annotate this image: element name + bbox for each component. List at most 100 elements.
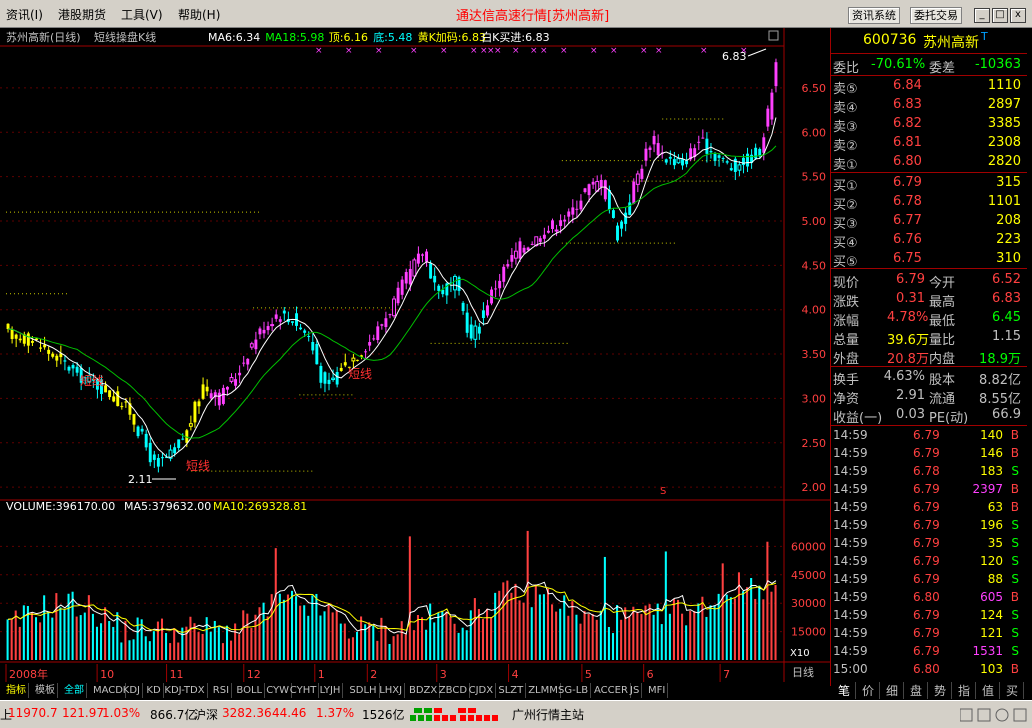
volume-bar (384, 625, 387, 660)
tick-row[interactable]: 14:59 6.79 121 S (831, 625, 1027, 643)
bid-row: 买② 6.78 1101 (831, 193, 1027, 213)
indicator-tab[interactable]: KD (144, 683, 164, 698)
candle (51, 351, 55, 359)
tick-time: 14:59 (833, 518, 868, 532)
month-label: 6 (647, 668, 654, 681)
tick-volume: 121 (980, 626, 1003, 640)
tick-row[interactable]: 14:59 6.79 124 S (831, 607, 1027, 625)
panel-tab[interactable]: 值 (977, 682, 1000, 699)
indicator-tab[interactable]: BDZX (407, 683, 441, 698)
panel-tab[interactable]: 盘 (905, 682, 928, 699)
indicator-tab[interactable]: SDLH (347, 683, 380, 698)
tick-row[interactable]: 14:59 6.79 2397 B (831, 481, 1027, 499)
top-max-label: 6.83 (722, 50, 747, 63)
indicator-tab[interactable]: MFI (646, 683, 669, 698)
tick-volume: 196 (980, 518, 1003, 532)
candle (140, 425, 144, 435)
indicator-tab[interactable]: KDJ (121, 683, 144, 698)
panel-tab[interactable]: 价 (857, 682, 880, 699)
volume-bar (156, 621, 159, 660)
tick-row[interactable]: 14:59 6.79 140 B (831, 427, 1027, 445)
indicator-tab[interactable]: JS (628, 683, 643, 698)
stat-value: 6.52 (992, 272, 1021, 287)
volume-bar (75, 616, 78, 660)
candle (498, 273, 502, 297)
candle (660, 145, 664, 159)
candle (193, 400, 197, 428)
indicator-tab[interactable]: 模板 (33, 683, 58, 698)
volume-bar (774, 584, 777, 660)
sz-label: 沪深 (194, 708, 219, 722)
tick-row[interactable]: 14:59 6.79 88 S (831, 571, 1027, 589)
indicator-tab[interactable]: LYJH (318, 683, 344, 698)
indicator-tab[interactable]: CYHT (288, 683, 320, 698)
tick-row[interactable]: 14:59 6.78 183 S (831, 463, 1027, 481)
indicator-tab[interactable]: RSI (211, 683, 233, 698)
ask-label: 卖① (833, 158, 858, 173)
tick-row[interactable]: 14:59 6.79 1531 S (831, 643, 1027, 661)
volume-bar (575, 614, 578, 660)
menu-tools[interactable]: 工具(V) (121, 6, 163, 23)
volume-bar (400, 621, 403, 660)
volume-bar (144, 636, 147, 660)
chart-corner-box[interactable] (768, 30, 779, 41)
tick-row[interactable]: 14:59 6.80 605 B (831, 589, 1027, 607)
panel-tab[interactable]: 买 (1001, 682, 1024, 699)
indicator-tab[interactable]: LHXJ (377, 683, 406, 698)
ma-indicator: MA6:6.34 (208, 31, 260, 44)
tick-row[interactable]: 14:59 6.79 35 S (831, 535, 1027, 553)
indicator-tab[interactable]: KDJ-TDX (162, 683, 208, 698)
indicator-tab[interactable]: SLZT (496, 683, 527, 698)
indicator-tab[interactable]: SG-LB (556, 683, 592, 698)
tick-price: 6.80 (913, 662, 940, 676)
indicator-tab[interactable]: 全部 (62, 683, 87, 698)
candle (55, 353, 59, 367)
panel-tab[interactable]: 细 (881, 682, 904, 699)
menu-help[interactable]: 帮助(H) (178, 6, 220, 23)
maximize-button[interactable]: □ (992, 8, 1008, 23)
volume-bar (250, 627, 253, 660)
info-system-button[interactable]: 资讯系统 (848, 7, 900, 24)
tick-row[interactable]: 14:59 6.79 63 B (831, 499, 1027, 517)
volume-bar (555, 611, 558, 660)
close-button[interactable]: x (1010, 8, 1026, 23)
panel-tab[interactable]: 势 (929, 682, 952, 699)
candle (144, 429, 148, 451)
indicator-tab[interactable]: 指标 (4, 683, 29, 698)
tick-time: 14:59 (833, 572, 868, 586)
indicator-tab[interactable]: CJDX (467, 683, 497, 698)
volume-bar (733, 598, 736, 660)
price-axis-label: 6.00 (802, 126, 827, 139)
trade-order-button[interactable]: 委托交易 (910, 7, 962, 24)
panel-tab[interactable]: 指 (953, 682, 976, 699)
tick-row[interactable]: 14:59 6.79 196 S (831, 517, 1027, 535)
signal-label-2: 短线 (348, 367, 372, 381)
divider (831, 53, 1027, 54)
minimize-button[interactable]: _ (974, 8, 990, 23)
candle (579, 194, 583, 212)
price-axis-label: 2.00 (802, 481, 827, 494)
kline-chart[interactable]: 6.50 6.00 5.50 5.00 4.50 4.00 3.50 3.00 2.50 2.00… (0, 28, 830, 686)
candle (22, 331, 26, 347)
indicator-tab[interactable]: ACCER (592, 683, 631, 698)
candle (648, 145, 652, 158)
candle (242, 355, 246, 367)
period-label[interactable]: 日线 (792, 665, 814, 679)
fund-row: 净资 2.91 流通 8.55亿 (831, 387, 1027, 407)
indicator-tab[interactable]: BOLL (234, 683, 266, 698)
tick-row[interactable]: 15:00 6.80 103 B (831, 661, 1027, 679)
fund-row: 换手 4.63% 股本 8.82亿 (831, 368, 1027, 388)
tick-row[interactable]: 14:59 6.79 146 B (831, 445, 1027, 463)
indicator-tab[interactable]: ZBCD (437, 683, 471, 698)
market-strength-icon (410, 708, 498, 721)
candle (701, 129, 705, 139)
tick-row[interactable]: 14:59 6.79 120 S (831, 553, 1027, 571)
panel-tab[interactable]: 笔 (833, 682, 856, 699)
candle (766, 105, 770, 131)
tick-side: B (1010, 662, 1019, 676)
candle (441, 284, 445, 298)
volume-bar (177, 642, 180, 660)
menu-info[interactable]: 资讯(I) (6, 6, 43, 23)
chart-title: 苏州高新(日线) (6, 30, 81, 44)
menu-hk-futures[interactable]: 港股期货 (58, 6, 106, 23)
